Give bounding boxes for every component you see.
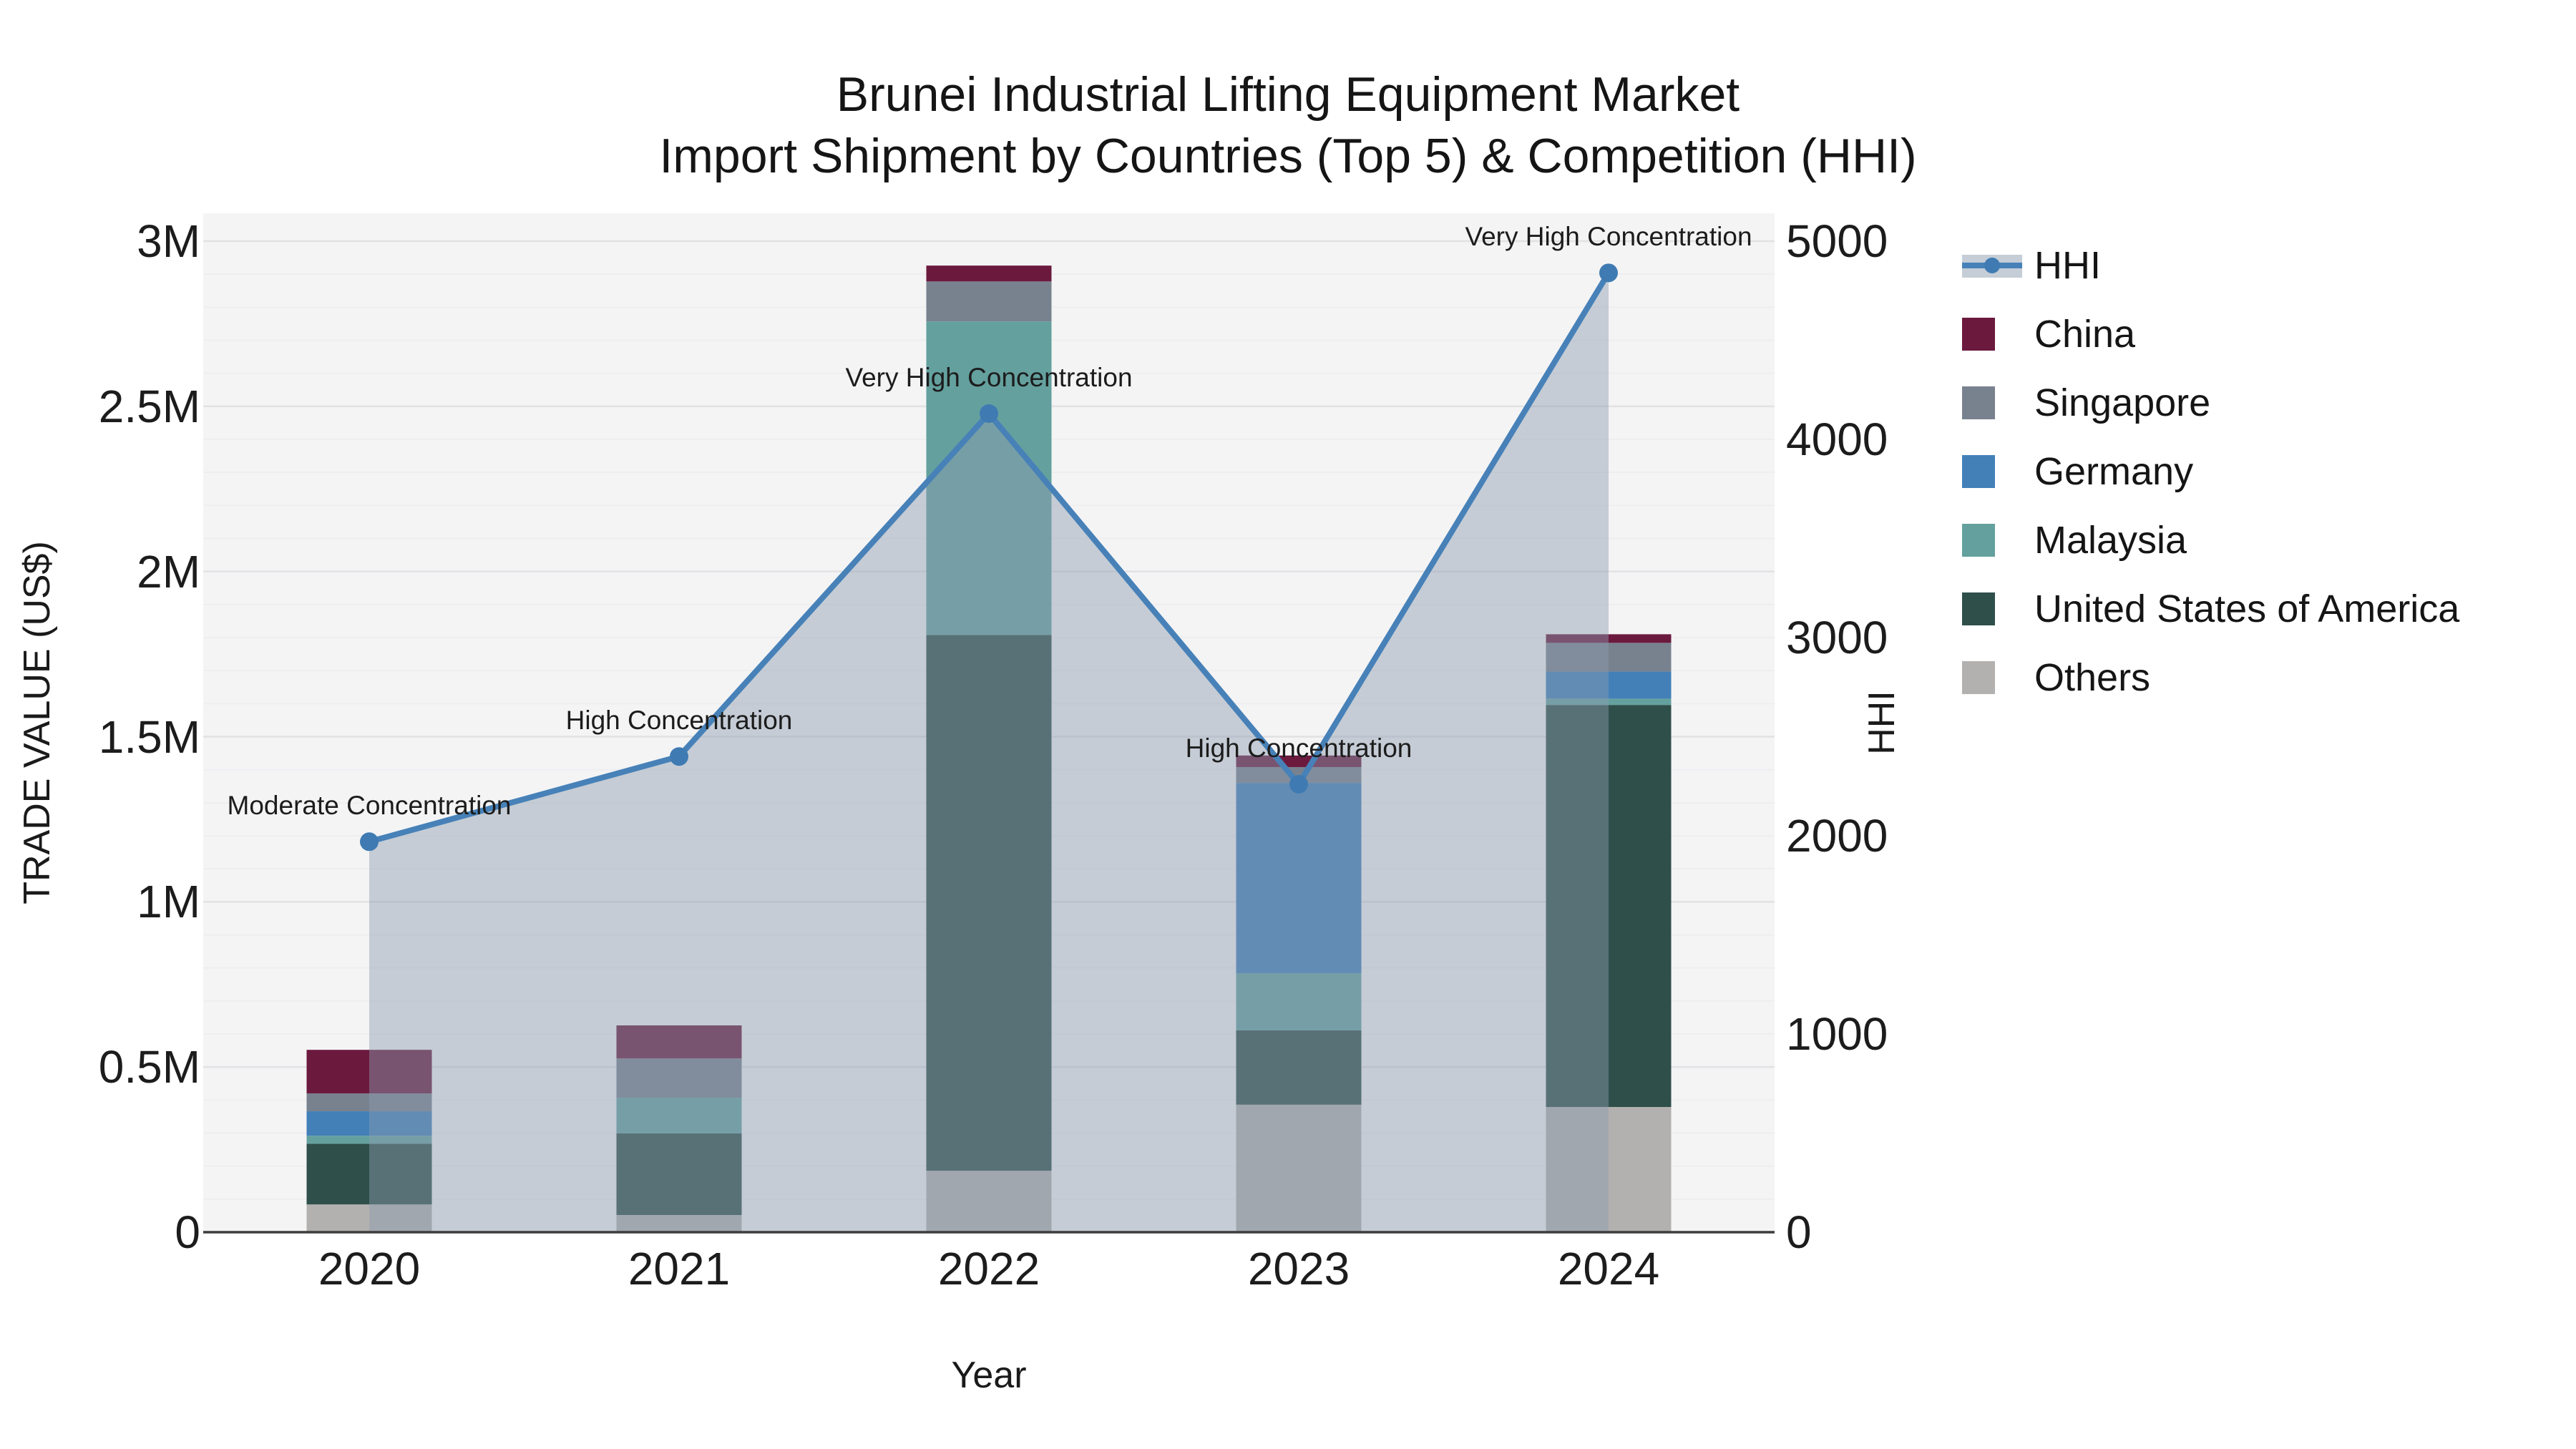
x-tick-label-2023: 2023 — [1247, 1243, 1350, 1294]
legend-item-germany: Germany — [1962, 437, 2459, 506]
hhi-marker-2020 — [360, 832, 379, 852]
y-tick-label-right-0: 0 — [1786, 1206, 1812, 1258]
annotation-2022: Very High Concentration — [845, 362, 1133, 392]
legend-swatch-icon-united-states-of-america — [1962, 592, 1995, 625]
legend-label-germany: Germany — [2034, 450, 2194, 493]
y-tick-label-left-2.5M: 2.5M — [98, 380, 200, 432]
legend-label-malaysia: Malaysia — [2034, 519, 2187, 562]
x-tick-label-2024: 2024 — [1557, 1243, 1660, 1294]
legend-label-others: Others — [2034, 656, 2151, 699]
legend-label-united-states-of-america: United States of America — [2034, 587, 2460, 630]
legend-item-malaysia: Malaysia — [1962, 506, 2459, 575]
legend-swatch-icon-malaysia — [1962, 524, 1995, 557]
legend-label-china: China — [2034, 313, 2136, 356]
y-tick-label-right-1000: 1000 — [1786, 1008, 1888, 1060]
legend-item-singapore: Singapore — [1962, 369, 2459, 437]
annotation-2020: Moderate Concentration — [227, 791, 512, 821]
hhi-legend-swatch-icon — [1962, 249, 2022, 282]
legend-item-china: China — [1962, 300, 2459, 369]
hhi-marker-2022 — [980, 404, 998, 423]
legend: HHI China Singapore Germany Malaysia United S… — [1962, 231, 2459, 712]
legend-swatch-icon-singapore — [1962, 386, 1995, 419]
hhi-marker-2024 — [1599, 263, 1618, 283]
legend-item-hhi: HHI — [1962, 231, 2459, 300]
plot-canvas — [203, 213, 1775, 1234]
legend-label-hhi: HHI — [2034, 244, 2101, 287]
hhi-marker-2023 — [1289, 774, 1308, 794]
legend-swatch-icon-china — [1962, 318, 1995, 351]
y-tick-label-left-0: 0 — [175, 1206, 200, 1258]
y-tick-label-right-2000: 2000 — [1786, 810, 1888, 862]
y-tick-label-left-0.5M: 0.5M — [98, 1041, 200, 1093]
chart-figure: Brunei Industrial Lifting Equipment Mark… — [0, 0, 2576, 1449]
annotation-2024: Very High Concentration — [1465, 222, 1752, 252]
chart-title-line1: Brunei Industrial Lifting Equipment Mark… — [836, 67, 1740, 122]
hhi-marker-2021 — [670, 747, 688, 766]
y-tick-label-left-3M: 3M — [137, 215, 200, 267]
legend-label-singapore: Singapore — [2034, 381, 2211, 424]
legend-item-others: Others — [1962, 643, 2459, 712]
x-tick-label-2021: 2021 — [628, 1243, 731, 1294]
legend-item-united-states-of-america: United States of America — [1962, 575, 2459, 643]
x-tick-label-2020: 2020 — [318, 1243, 421, 1294]
bar-segment-singapore-2022 — [926, 281, 1052, 322]
y-tick-label-left-2M: 2M — [137, 545, 200, 597]
y-tick-label-left-1M: 1M — [137, 876, 200, 928]
bar-segment-china-2022 — [926, 265, 1052, 282]
x-tick-label-2022: 2022 — [937, 1243, 1040, 1294]
chart-title-line2: Import Shipment by Countries (Top 5) & C… — [659, 129, 1917, 183]
y-axis-label-right: HHI — [1861, 691, 1903, 755]
x-axis-label: Year — [951, 1355, 1027, 1396]
legend-swatch-icon-others — [1962, 661, 1995, 694]
legend-swatch-icon-germany — [1962, 455, 1995, 488]
y-tick-label-left-1.5M: 1.5M — [98, 711, 200, 763]
annotation-2023: High Concentration — [1185, 733, 1413, 763]
annotation-2021: High Concentration — [565, 706, 793, 736]
